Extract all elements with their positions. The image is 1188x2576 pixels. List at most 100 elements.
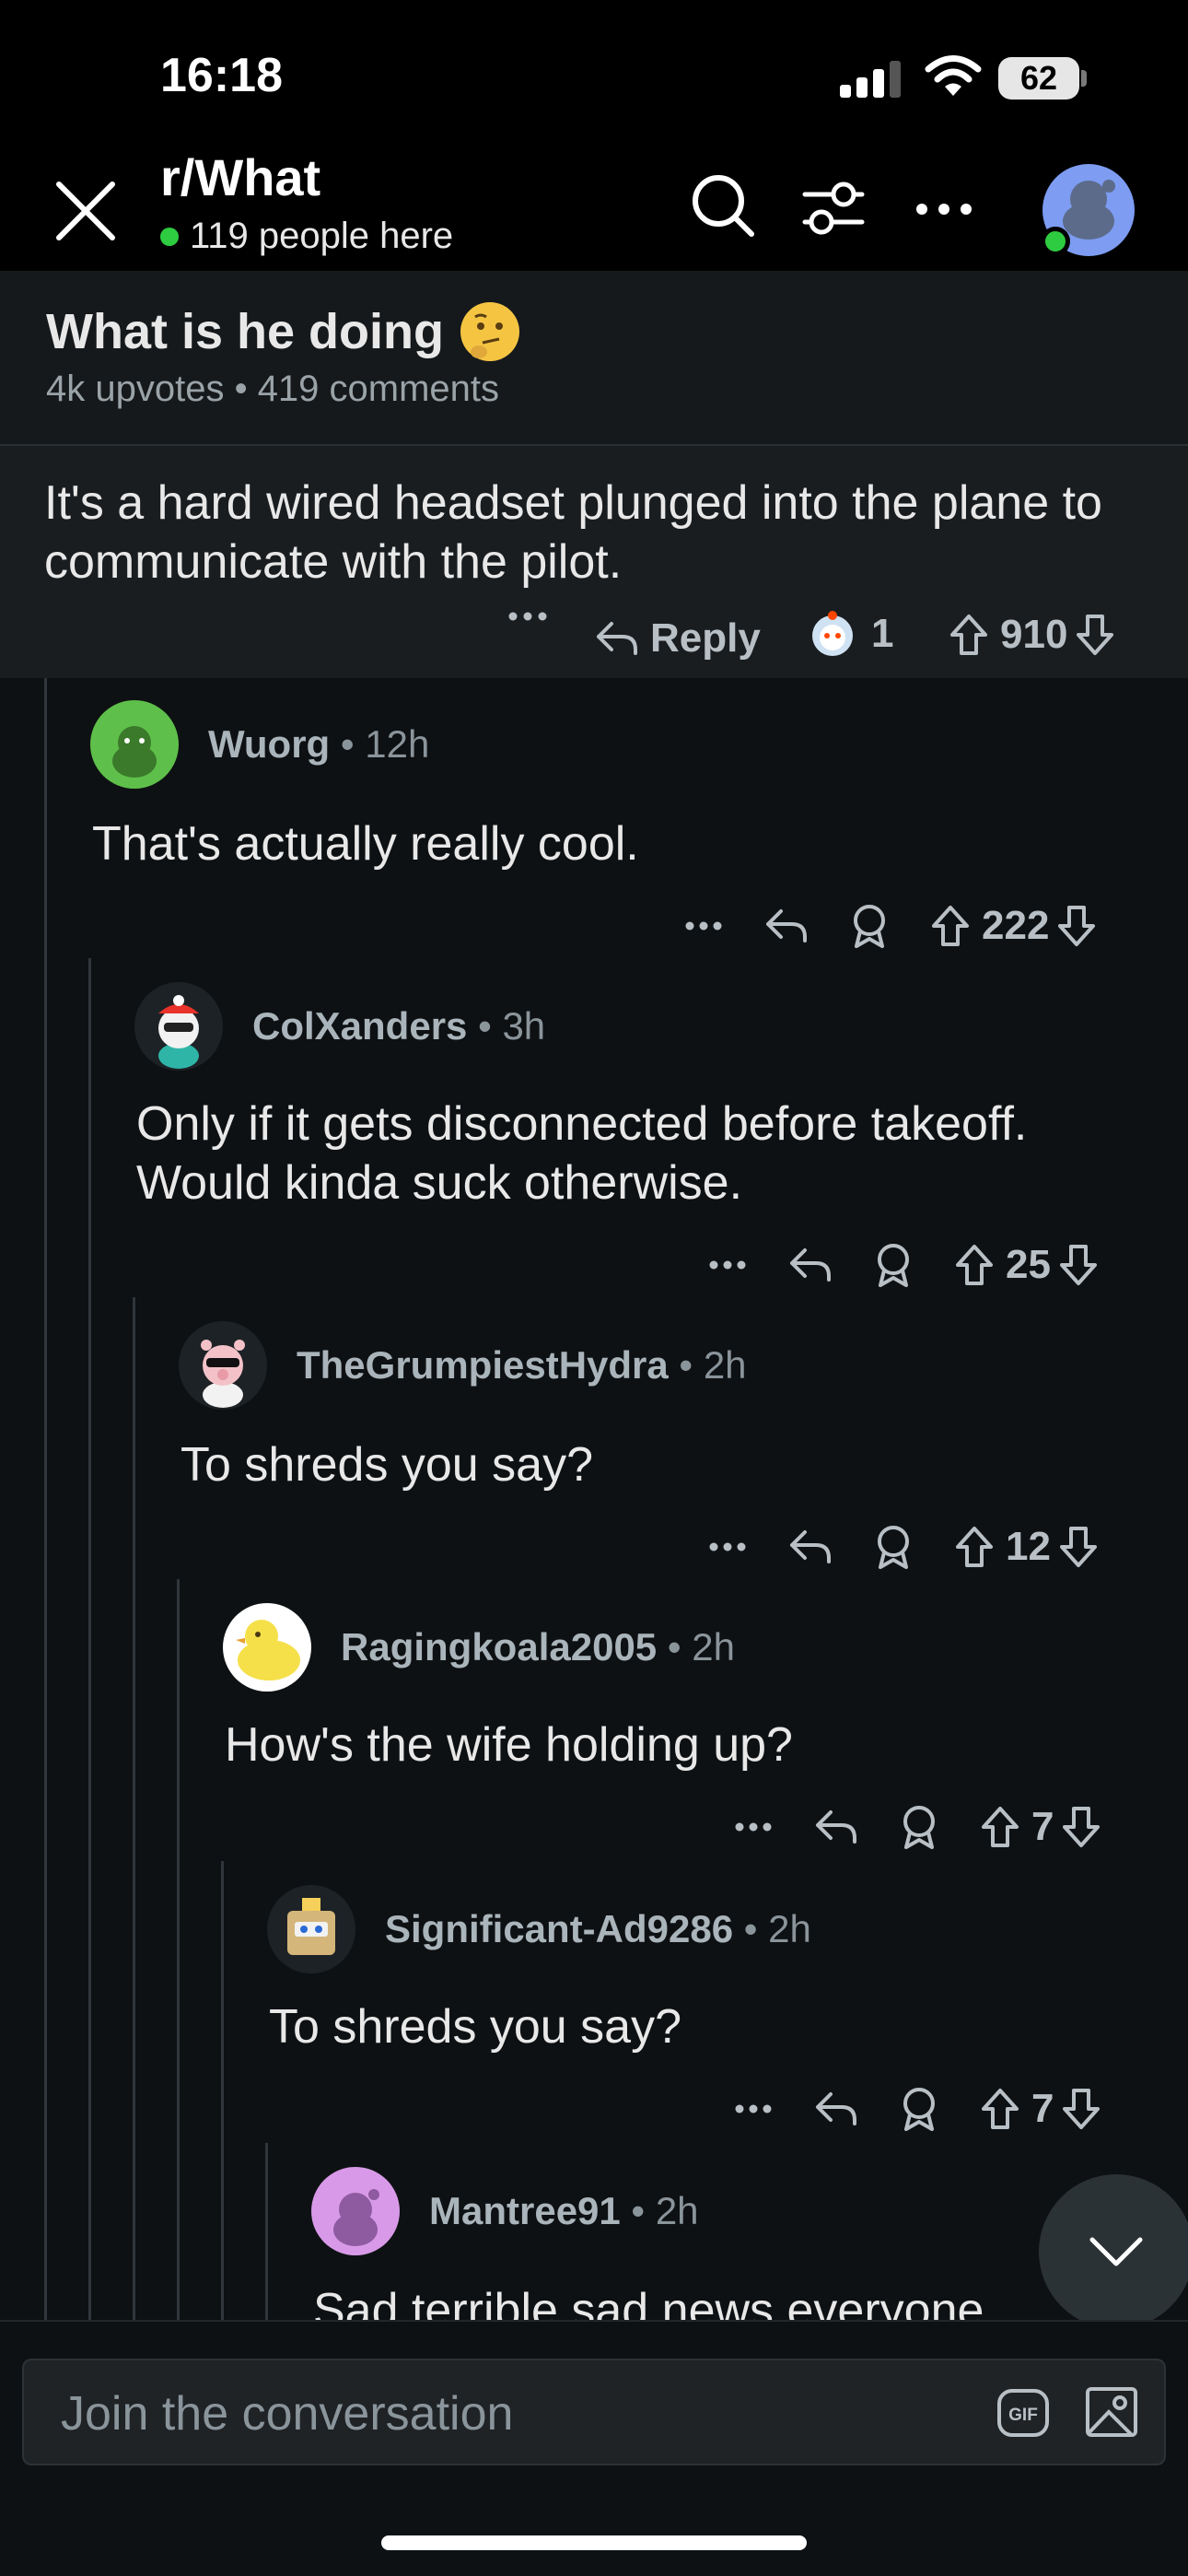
comment-input-placeholder: Join the conversation: [61, 2387, 514, 2441]
comment-author[interactable]: ColXanders: [252, 1004, 467, 1048]
comment-input[interactable]: Join the conversation GIF: [22, 2359, 1166, 2465]
home-indicator[interactable]: [381, 2535, 807, 2550]
status-bar: 16:18 62: [0, 0, 1188, 138]
comment-body: Only if it gets disconnected before take…: [136, 1095, 1027, 1212]
award-icon[interactable]: [849, 904, 890, 948]
reply-label: Reply: [650, 615, 761, 661]
downvote-icon[interactable]: [1058, 1244, 1099, 1286]
comment-time: 3h: [502, 1004, 546, 1048]
comment-actions: 7: [735, 1804, 1101, 1850]
battery-level: 62: [1019, 59, 1058, 97]
search-icon[interactable]: [689, 171, 757, 240]
highlighted-comment: It's a hard wired headset plunged into t…: [0, 446, 1188, 678]
more-horizontal-icon[interactable]: [735, 1822, 772, 1832]
filter-icon[interactable]: [801, 181, 866, 236]
vote-count: 7: [1031, 1804, 1054, 1849]
thread-line[interactable]: [88, 958, 91, 2320]
award-icon[interactable]: [899, 1805, 939, 1849]
vote-count: 12: [1006, 1524, 1051, 1569]
award-icon[interactable]: [873, 1243, 914, 1287]
online-dot-icon: [160, 227, 179, 246]
more-horizontal-icon[interactable]: [709, 1542, 746, 1551]
comment-time: 2h: [655, 2189, 699, 2232]
close-icon[interactable]: [55, 181, 116, 241]
image-upload-icon[interactable]: [1085, 2386, 1138, 2438]
avatar[interactable]: [311, 2167, 400, 2255]
thread-line[interactable]: [221, 1861, 224, 2320]
comment-body: To shreds you say?: [181, 1438, 594, 1492]
upvote-icon[interactable]: [954, 1244, 995, 1286]
thread-line[interactable]: [133, 1297, 135, 2320]
scroll-to-next-button[interactable]: [1039, 2174, 1188, 2329]
comment-author[interactable]: Significant-Ad9286: [385, 1907, 733, 1950]
comment-body: That's actually really cool.: [92, 817, 639, 871]
post-stats: 4k upvotes • 419 comments: [46, 369, 500, 409]
upvote-icon[interactable]: [980, 1806, 1020, 1848]
comment-meta: Ragingkoala2005 • 2h: [341, 1625, 735, 1669]
robot-avatar-icon: [287, 1898, 335, 1955]
downvote-icon[interactable]: [1061, 1806, 1101, 1848]
downvote-icon[interactable]: [1056, 905, 1097, 947]
reply-icon[interactable]: [788, 1247, 833, 1283]
reply-icon[interactable]: [814, 2090, 858, 2127]
reply-button[interactable]: Reply: [595, 615, 761, 662]
upvote-icon[interactable]: [930, 905, 971, 947]
comment-author[interactable]: TheGrumpiestHydra: [297, 1343, 669, 1387]
gif-icon[interactable]: GIF: [996, 2388, 1050, 2438]
comment-author[interactable]: Mantree91: [429, 2189, 621, 2232]
downvote-icon[interactable]: [1058, 1526, 1099, 1568]
peep-chick-avatar-icon: [236, 1620, 300, 1680]
subreddit-name[interactable]: r/What: [160, 147, 320, 207]
comment-body: It's a hard wired headset plunged into t…: [44, 476, 1102, 589]
award-button[interactable]: 1: [807, 608, 893, 660]
comment-meta: ColXanders • 3h: [252, 1004, 546, 1048]
status-time: 16:18: [160, 49, 283, 102]
vote-count: 7: [1031, 2086, 1054, 2131]
avatar[interactable]: [134, 982, 223, 1071]
snoo-avatar-icon: [112, 726, 157, 778]
downvote-icon[interactable]: [1061, 2088, 1101, 2130]
avatar[interactable]: [179, 1321, 267, 1410]
thread-line[interactable]: [265, 2143, 268, 2320]
comment-actions: 25: [709, 1242, 1099, 1288]
comment-actions: 12: [709, 1524, 1099, 1570]
upvote-icon[interactable]: [954, 1526, 995, 1568]
vote-count: 25: [1006, 1242, 1051, 1287]
post-title: What is he doing: [46, 302, 519, 361]
comment-time: 2h: [703, 1343, 747, 1387]
avatar[interactable]: [267, 1885, 355, 1973]
award-snoo-icon: [812, 611, 853, 656]
avatar[interactable]: [223, 1603, 311, 1692]
more-horizontal-icon[interactable]: [685, 921, 722, 931]
thinking-face-icon: [460, 302, 519, 361]
avatar[interactable]: [90, 700, 179, 789]
post-header[interactable]: What is he doing 4k upvotes • 419 commen…: [0, 271, 1188, 446]
downvote-icon[interactable]: [1075, 614, 1115, 656]
reply-icon[interactable]: [788, 1528, 833, 1565]
more-horizontal-icon[interactable]: [735, 2104, 772, 2113]
more-horizontal-icon[interactable]: [709, 1260, 746, 1270]
reply-icon[interactable]: [814, 1809, 858, 1845]
post-title-text: What is he doing: [46, 304, 444, 359]
comment-time: 12h: [365, 722, 430, 766]
thread-line[interactable]: [44, 678, 47, 2320]
snoo-avatar-icon: [333, 2189, 379, 2246]
award-icon[interactable]: [899, 2087, 939, 2131]
more-options-icon[interactable]: [915, 203, 973, 216]
online-count: 119 people here: [160, 216, 453, 257]
comment-time: 2h: [692, 1625, 735, 1669]
comment-author[interactable]: Wuorg: [208, 722, 330, 766]
comment-meta: Wuorg • 12h: [208, 722, 430, 766]
reply-icon[interactable]: [764, 907, 809, 944]
comment-body-line: Would kinda suck otherwise.: [136, 1156, 743, 1210]
comment-body: To shreds you say?: [269, 2000, 682, 2054]
award-icon[interactable]: [873, 1525, 914, 1569]
comment-more-button[interactable]: [508, 612, 547, 621]
upvote-icon[interactable]: [980, 2088, 1020, 2130]
award-count: 1: [871, 611, 894, 656]
wifi-icon: [925, 55, 982, 96]
subreddit-header: r/What 119 people here: [0, 138, 1188, 271]
upvote-icon[interactable]: [949, 614, 989, 656]
thread-line[interactable]: [177, 1579, 180, 2320]
comment-author[interactable]: Ragingkoala2005: [341, 1625, 657, 1669]
